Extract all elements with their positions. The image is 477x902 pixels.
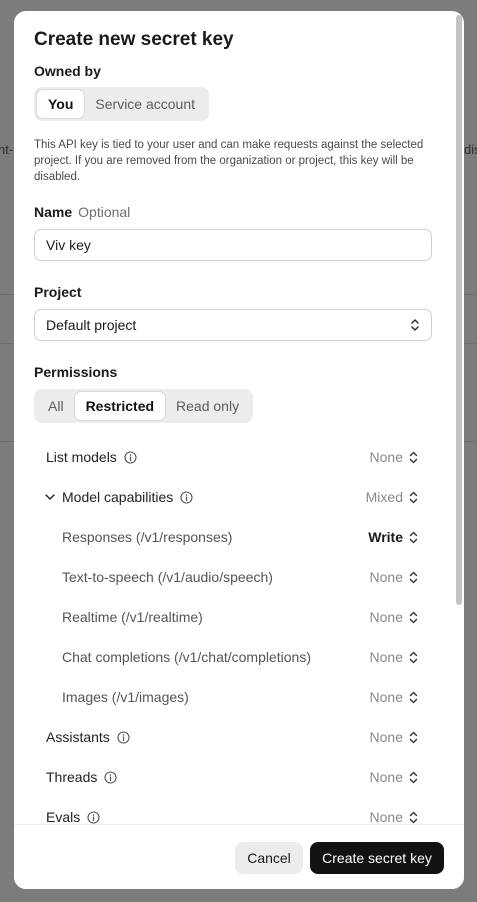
permission-row-list-models: List models None xyxy=(46,445,418,469)
permission-level-select[interactable]: Mixed xyxy=(366,489,418,505)
permission-level-select[interactable]: None xyxy=(370,809,418,825)
chevron-up-down-icon xyxy=(409,651,418,664)
permission-level-value: Write xyxy=(368,529,403,545)
info-icon[interactable] xyxy=(180,490,193,504)
owned-by-option-service-account[interactable]: Service account xyxy=(84,90,206,118)
info-icon[interactable] xyxy=(104,770,117,784)
permission-row-responses: Responses (/v1/responses) Write xyxy=(62,525,418,549)
permission-level-value: None xyxy=(369,809,403,825)
permissions-label: Permissions xyxy=(34,364,118,380)
permission-row-model-capabilities[interactable]: Model capabilities Mixed xyxy=(44,485,418,509)
create-secret-key-modal: Create new secret key Owned by You Servi… xyxy=(14,11,464,889)
permission-label: Model capabilities xyxy=(62,489,174,505)
scrollbar-thumb[interactable] xyxy=(456,15,462,605)
permission-level-value: None xyxy=(369,649,403,665)
owned-by-label: Owned by xyxy=(34,63,101,79)
permission-level-value: None xyxy=(369,609,403,625)
background-text-fragment: nt- xyxy=(0,142,14,157)
chevron-down-icon[interactable] xyxy=(44,491,56,503)
owned-by-option-you[interactable]: You xyxy=(37,90,85,118)
project-select-value: Default project xyxy=(46,317,137,333)
permission-level-select[interactable]: None xyxy=(370,729,418,745)
permission-row-images: Images (/v1/images) None xyxy=(62,685,418,709)
chevron-up-down-icon xyxy=(409,531,418,544)
permission-label: Chat completions (/v1/chat/completions) xyxy=(62,649,311,665)
permission-level-select[interactable]: Write xyxy=(368,529,418,545)
owner-description: This API key is tied to your user and ca… xyxy=(34,139,424,183)
permission-row-realtime: Realtime (/v1/realtime) None xyxy=(62,605,418,629)
permissions-toggle: All Restricted Read only xyxy=(34,389,254,423)
chevron-up-down-icon xyxy=(410,318,420,332)
permissions-option-read-only[interactable]: Read only xyxy=(165,392,250,420)
info-icon[interactable] xyxy=(117,730,130,744)
background-text-fragment: dis xyxy=(464,142,477,157)
create-secret-key-button[interactable]: Create secret key xyxy=(310,842,444,874)
info-icon[interactable] xyxy=(87,810,100,824)
permission-label: Evals xyxy=(46,809,81,825)
name-input[interactable] xyxy=(34,229,432,261)
cancel-button[interactable]: Cancel xyxy=(235,842,303,874)
chevron-up-down-icon xyxy=(409,771,418,784)
modal-footer: Cancel Create secret key xyxy=(14,824,464,889)
permission-level-select[interactable]: None xyxy=(370,449,418,465)
permission-label: Assistants xyxy=(46,729,110,745)
permission-level-value: None xyxy=(369,689,403,705)
modal-title: Create new secret key xyxy=(34,29,234,50)
permission-row-evals: Evals None xyxy=(46,805,418,825)
permission-row-assistants: Assistants None xyxy=(46,725,418,749)
chevron-up-down-icon xyxy=(409,451,418,464)
project-label: Project xyxy=(34,284,82,300)
permission-row-chat-completions: Chat completions (/v1/chat/completions) … xyxy=(62,645,418,669)
project-select[interactable]: Default project xyxy=(34,309,432,341)
permission-level-value: None xyxy=(369,449,403,465)
permission-row-threads: Threads None xyxy=(46,765,418,789)
owned-by-toggle: You Service account xyxy=(34,87,210,121)
permission-label: Images (/v1/images) xyxy=(62,689,189,705)
permission-label: Text-to-speech (/v1/audio/speech) xyxy=(62,569,273,585)
permission-level-value: None xyxy=(369,569,403,585)
permission-level-value: None xyxy=(369,769,403,785)
permissions-option-restricted[interactable]: Restricted xyxy=(74,392,166,420)
chevron-up-down-icon xyxy=(409,811,418,824)
chevron-up-down-icon xyxy=(409,491,418,504)
permission-level-select[interactable]: None xyxy=(370,609,418,625)
permission-level-select[interactable]: None xyxy=(370,569,418,585)
permission-label: Realtime (/v1/realtime) xyxy=(62,609,203,625)
info-icon[interactable] xyxy=(124,450,137,464)
name-optional-hint: Optional xyxy=(78,204,131,220)
permission-level-value: None xyxy=(369,729,403,745)
permission-level-select[interactable]: None xyxy=(370,649,418,665)
name-label: Name Optional xyxy=(34,204,130,220)
permission-level-select[interactable]: None xyxy=(370,689,418,705)
permission-label: Threads xyxy=(46,769,98,785)
permission-row-text-to-speech: Text-to-speech (/v1/audio/speech) None xyxy=(62,565,418,589)
permission-level-value: Mixed xyxy=(365,489,403,505)
name-label-text: Name xyxy=(34,204,73,220)
permission-level-select[interactable]: None xyxy=(370,769,418,785)
permission-label: Responses (/v1/responses) xyxy=(62,529,233,545)
chevron-up-down-icon xyxy=(409,731,418,744)
chevron-up-down-icon xyxy=(409,611,418,624)
modal-scroll-area[interactable]: Create new secret key Owned by You Servi… xyxy=(14,11,464,825)
permission-label: List models xyxy=(46,449,117,465)
chevron-up-down-icon xyxy=(409,571,418,584)
permissions-option-all[interactable]: All xyxy=(37,392,75,420)
chevron-up-down-icon xyxy=(409,691,418,704)
